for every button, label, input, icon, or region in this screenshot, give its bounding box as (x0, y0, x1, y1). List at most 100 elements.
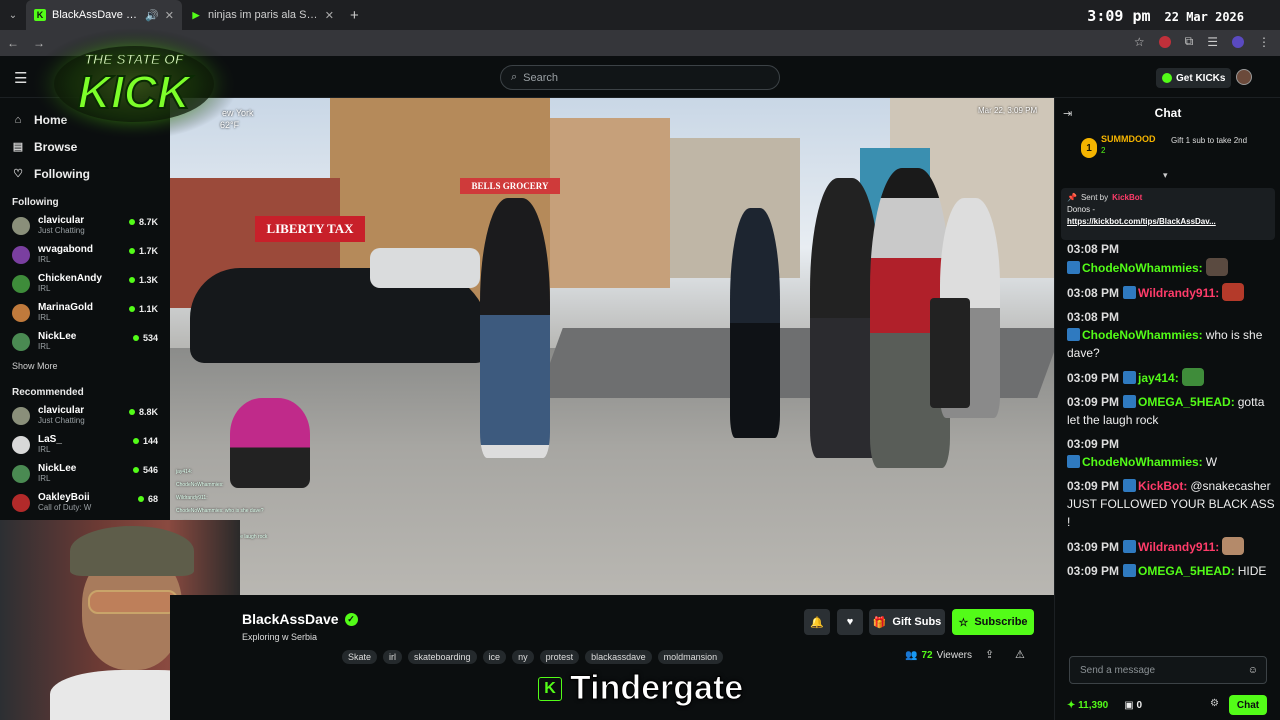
tag-protest[interactable]: protest (539, 650, 580, 664)
get-kicks-button[interactable]: Get KICKs (1156, 68, 1232, 88)
chat-header: ⇥ Chat (1055, 98, 1280, 128)
chat-message[interactable]: 03:09 PM Wildrandy911: (1067, 537, 1277, 556)
chat-message[interactable]: 03:09 PM OMEGA_5HEAD: HIDE (1067, 562, 1277, 580)
profile-icon[interactable] (1232, 35, 1244, 48)
video-player[interactable]: LIBERTY TAX BELLS GROCERY ew York 62°F M… (170, 98, 1054, 595)
emote-icon (1205, 258, 1228, 276)
chat-message[interactable]: 03:08 PM ChodeNoWhammies: (1067, 240, 1277, 277)
live-dot-icon (128, 248, 135, 254)
tag-moldmansion[interactable]: moldmansion (657, 650, 724, 664)
hamburger-menu-icon[interactable]: ☰ (14, 69, 27, 87)
tag-Skate[interactable]: Skate (342, 650, 378, 664)
live-dot-icon (132, 335, 139, 341)
channel-item[interactable]: MarinaGold IRL 1.1K (0, 299, 170, 328)
chat-message[interactable]: 03:08 PM ChodeNoWhammies: who is she dave? (1067, 308, 1277, 362)
channel-viewers: 1.3K (128, 275, 158, 285)
message-username[interactable]: Wildrandy911: (1138, 540, 1219, 554)
sidebar-nav-label: Following (34, 166, 90, 181)
channel-name[interactable]: BlackAssDave ✓ (242, 611, 358, 627)
send-chat-button[interactable]: Chat (1229, 695, 1267, 715)
chat-message[interactable]: 03:09 PM jay414: (1067, 368, 1277, 387)
channel-category: IRL (38, 255, 51, 264)
message-username[interactable]: OMEGA_5HEAD: (1138, 564, 1235, 578)
chat-message[interactable]: 03:09 PM KickBot: @snakecasher JUST FOLLOW… (1067, 477, 1277, 531)
pinned-sender: 📌 Sent by KickBot (1067, 192, 1269, 204)
back-icon[interactable]: ← (0, 36, 26, 50)
message-username[interactable]: Wildrandy911: (1138, 286, 1219, 300)
emoji-picker-icon[interactable]: ☺ (1248, 665, 1258, 676)
audio-icon[interactable]: 🔊 (145, 9, 159, 22)
browse-icon: ▤ (12, 141, 24, 153)
tag-blackassdave[interactable]: blackassdave (585, 650, 652, 664)
channel-item[interactable]: LaS_ IRL 144 (0, 431, 170, 460)
video-chat-line: Wildrandy911: (176, 495, 208, 501)
menu-dots-icon[interactable]: ⋮ (1258, 35, 1270, 49)
message-username[interactable]: ChodeNoWhammies: (1082, 261, 1203, 275)
badge-icon (1123, 564, 1137, 577)
pinned-message[interactable]: 📌 Sent by KickBot Donos - https://kickbo… (1061, 188, 1275, 240)
media-icon[interactable]: ☰ (1207, 35, 1218, 49)
gift-subs-label: Gift Subs (892, 616, 942, 628)
report-icon[interactable]: ⚠ (1015, 648, 1025, 661)
channel-item[interactable]: clavicular Just Chatting 8.8K (0, 402, 170, 431)
tag-ice[interactable]: ice (482, 650, 507, 664)
channel-item[interactable]: NickLee IRL 546 (0, 460, 170, 489)
user-avatar[interactable] (1236, 69, 1252, 85)
live-dot-icon (128, 306, 135, 312)
message-time: 03:08 PM (1067, 242, 1120, 256)
message-text: HIDE (1237, 564, 1267, 578)
notification-bell-button[interactable]: 🔔 (804, 609, 830, 635)
message-username[interactable]: ChodeNoWhammies: (1082, 328, 1203, 342)
message-username[interactable]: jay414: (1138, 371, 1179, 385)
close-tab-icon[interactable]: ✕ (165, 9, 174, 22)
share-icon[interactable]: ⇪ (985, 648, 994, 661)
pinned-link[interactable]: https://kickbot.com/tips/BlackAssDav... (1067, 216, 1257, 228)
message-username[interactable]: OMEGA_5HEAD: (1138, 395, 1235, 409)
subscribe-button[interactable]: ☆ Subscribe (952, 609, 1034, 635)
follow-heart-button[interactable]: ♥ (837, 609, 863, 635)
clock-time: 3:09 pm (1087, 7, 1151, 25)
channel-item[interactable]: ChickenAndy IRL 1.3K (0, 270, 170, 299)
top-gifter[interactable]: 1 SUMMDOOD 2 Gift 1 sub to take 2nd (1061, 130, 1274, 174)
viewer-count: 1.1K (138, 304, 158, 314)
chat-input[interactable]: Send a message ☺ (1069, 656, 1267, 684)
new-tab-icon[interactable]: + (350, 7, 359, 24)
tag-irl[interactable]: irl (383, 650, 403, 664)
message-username[interactable]: KickBot: (1138, 479, 1187, 493)
play-favicon-icon: ▶ (192, 9, 200, 20)
tv-icon: ▣ (1124, 699, 1137, 711)
gift-subs-button[interactable]: 🎁 Gift Subs (869, 609, 945, 635)
heart-icon: ♡ (13, 168, 23, 180)
sidebar-nav-following[interactable]: ♡ Following (0, 160, 170, 187)
channel-item[interactable]: OakleyBoii Call of Duty: W 68 (0, 489, 170, 518)
expand-leaderboard-icon[interactable]: ▾ (1163, 170, 1168, 181)
gear-icon[interactable]: ⚙ (1210, 698, 1219, 709)
kick-points[interactable]: ✦ 11,390 (1067, 700, 1108, 711)
chat-message[interactable]: 03:09 PM ChodeNoWhammies: W (1067, 435, 1277, 471)
search-input[interactable]: ⌕ Search (500, 65, 780, 90)
viewer-count: 1.3K (138, 275, 158, 285)
viewer-number: 72 (921, 650, 933, 661)
video-building (550, 118, 670, 288)
tag-skateboarding[interactable]: skateboarding (408, 650, 477, 664)
tab-title: ninjas im paris ala SCRABSNYC (208, 9, 319, 21)
channel-item[interactable]: wvagabond IRL 1.7K (0, 241, 170, 270)
chat-message[interactable]: 03:09 PM OMEGA_5HEAD: gotta let the laugh … (1067, 393, 1277, 429)
tab-search-icon[interactable]: ⌄ (0, 0, 26, 30)
close-tab-icon[interactable]: ✕ (325, 9, 334, 22)
tag-ny[interactable]: ny (512, 650, 534, 664)
channel-viewers: 144 (132, 436, 158, 446)
message-username[interactable]: ChodeNoWhammies: (1082, 455, 1203, 469)
bookmark-star-icon[interactable]: ☆ (1134, 35, 1145, 49)
chat-message[interactable]: 03:08 PM Wildrandy911: (1067, 283, 1277, 302)
live-dot-icon (128, 277, 135, 283)
extensions-puzzle-icon[interactable]: ⧉ (1185, 34, 1194, 49)
badge-icon (1123, 540, 1137, 553)
channel-item[interactable]: clavicular Just Chatting 8.7K (0, 212, 170, 241)
channel-category: Just Chatting (38, 226, 85, 235)
channel-avatar (12, 436, 30, 454)
extension-icon[interactable] (1158, 35, 1171, 48)
show-more-link[interactable]: Show More (0, 357, 170, 377)
message-time: 03:09 PM (1067, 479, 1120, 493)
channel-item[interactable]: NickLee IRL 534 (0, 328, 170, 357)
